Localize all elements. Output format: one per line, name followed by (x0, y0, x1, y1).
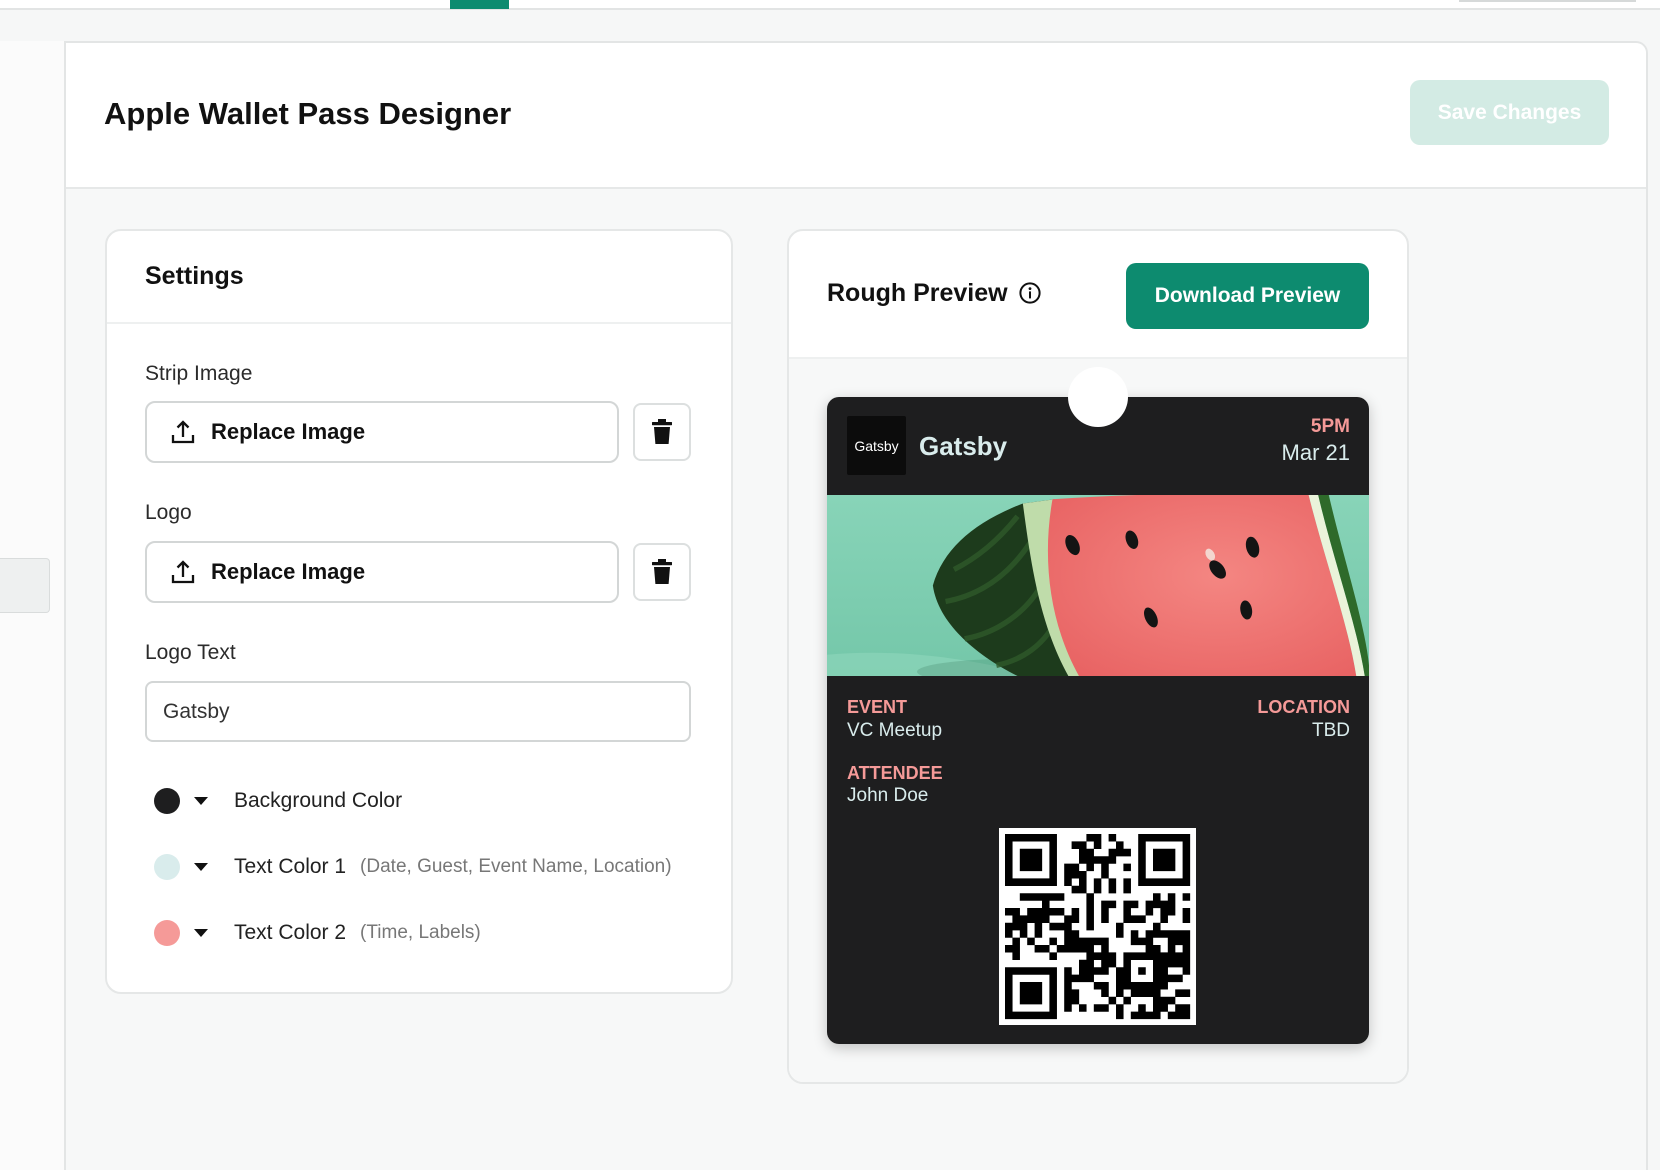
delete-logo-button[interactable] (633, 543, 691, 601)
save-changes-button[interactable]: Save Changes (1410, 80, 1609, 145)
replace-logo-button[interactable]: Replace Image (145, 541, 619, 603)
pass-strip-image (827, 495, 1369, 676)
caret-down-icon[interactable] (194, 928, 208, 938)
strip-image-label: Strip Image (145, 362, 253, 385)
wallet-pass: Gatsby Gatsby 5PM Mar 21 EVENT VC Meetup… (827, 367, 1369, 1044)
pass-logo: Gatsby (847, 416, 906, 475)
attendee-value: John Doe (847, 785, 929, 806)
text-color-1-swatch[interactable] (154, 854, 180, 880)
top-right-control[interactable] (1459, 0, 1636, 2)
main-panel: Apple Wallet Pass Designer Save Changes … (64, 41, 1648, 1170)
top-tab-bar (0, 0, 1660, 10)
qr-code-pattern (1005, 834, 1191, 1020)
background-color-label: Background Color (234, 789, 403, 812)
attendee-label: ATTENDEE (847, 763, 943, 783)
app-root: { "header": { "title": "Apple Wallet Pas… (0, 0, 1660, 1170)
text-color-1-label: Text Color 1 (234, 855, 347, 878)
pass-logo-text: Gatsby (919, 431, 1008, 461)
preview-card: Rough Preview Download Preview Gatsby Ga… (787, 229, 1409, 1084)
active-tab-indicator[interactable] (450, 0, 509, 9)
settings-title: Settings (145, 262, 244, 290)
pass-notch (1068, 367, 1128, 427)
caret-down-icon[interactable] (194, 862, 208, 872)
background-color-row[interactable]: Background Color (154, 784, 402, 818)
text-color-2-swatch[interactable] (154, 920, 180, 946)
preview-canvas: Gatsby Gatsby 5PM Mar 21 EVENT VC Meetup… (789, 359, 1407, 1082)
pass-time: 5PM (1310, 416, 1350, 437)
event-value: VC Meetup (847, 720, 943, 741)
trash-icon (652, 559, 672, 584)
replace-strip-image-label: Replace Image (211, 419, 366, 444)
page-header: Apple Wallet Pass Designer Save Changes (66, 43, 1646, 189)
location-label: LOCATION (1257, 697, 1350, 717)
pass-date: Mar 21 (1281, 440, 1350, 465)
logo-label: Logo (145, 501, 192, 524)
text-color-2-row[interactable]: Text Color 2 (Time, Labels) (154, 916, 481, 950)
sidebar-nav-item[interactable] (0, 558, 50, 613)
event-label: EVENT (847, 697, 908, 717)
trash-icon (652, 419, 672, 444)
replace-strip-image-button[interactable]: Replace Image (145, 401, 619, 463)
text-color-1-row[interactable]: Text Color 1 (Date, Guest, Event Name, L… (154, 850, 672, 884)
location-value: TBD (1312, 720, 1350, 741)
divider (107, 322, 731, 324)
settings-card: Settings Strip Image Replace Image Logo … (105, 229, 733, 994)
text-color-2-hint: (Time, Labels) (360, 922, 481, 943)
qr-code (999, 828, 1196, 1025)
caret-down-icon[interactable] (194, 796, 208, 806)
logo-text-input[interactable] (145, 681, 691, 742)
background-color-swatch[interactable] (154, 788, 180, 814)
watermelon-strip-image (827, 495, 1369, 676)
page-title: Apple Wallet Pass Designer (104, 96, 512, 131)
preview-title: Rough Preview (827, 279, 1008, 307)
logo-text-label: Logo Text (145, 641, 236, 664)
text-color-1-hint: (Date, Guest, Event Name, Location) (360, 856, 672, 877)
qr-code-modules (1005, 834, 1191, 1020)
text-color-2-label: Text Color 2 (234, 921, 347, 944)
upload-icon (171, 420, 195, 444)
replace-logo-label: Replace Image (211, 559, 366, 584)
info-icon[interactable] (1019, 282, 1041, 304)
download-preview-button[interactable]: Download Preview (1126, 263, 1369, 329)
upload-icon (171, 560, 195, 584)
delete-strip-image-button[interactable] (633, 403, 691, 461)
sidebar (0, 41, 64, 1170)
